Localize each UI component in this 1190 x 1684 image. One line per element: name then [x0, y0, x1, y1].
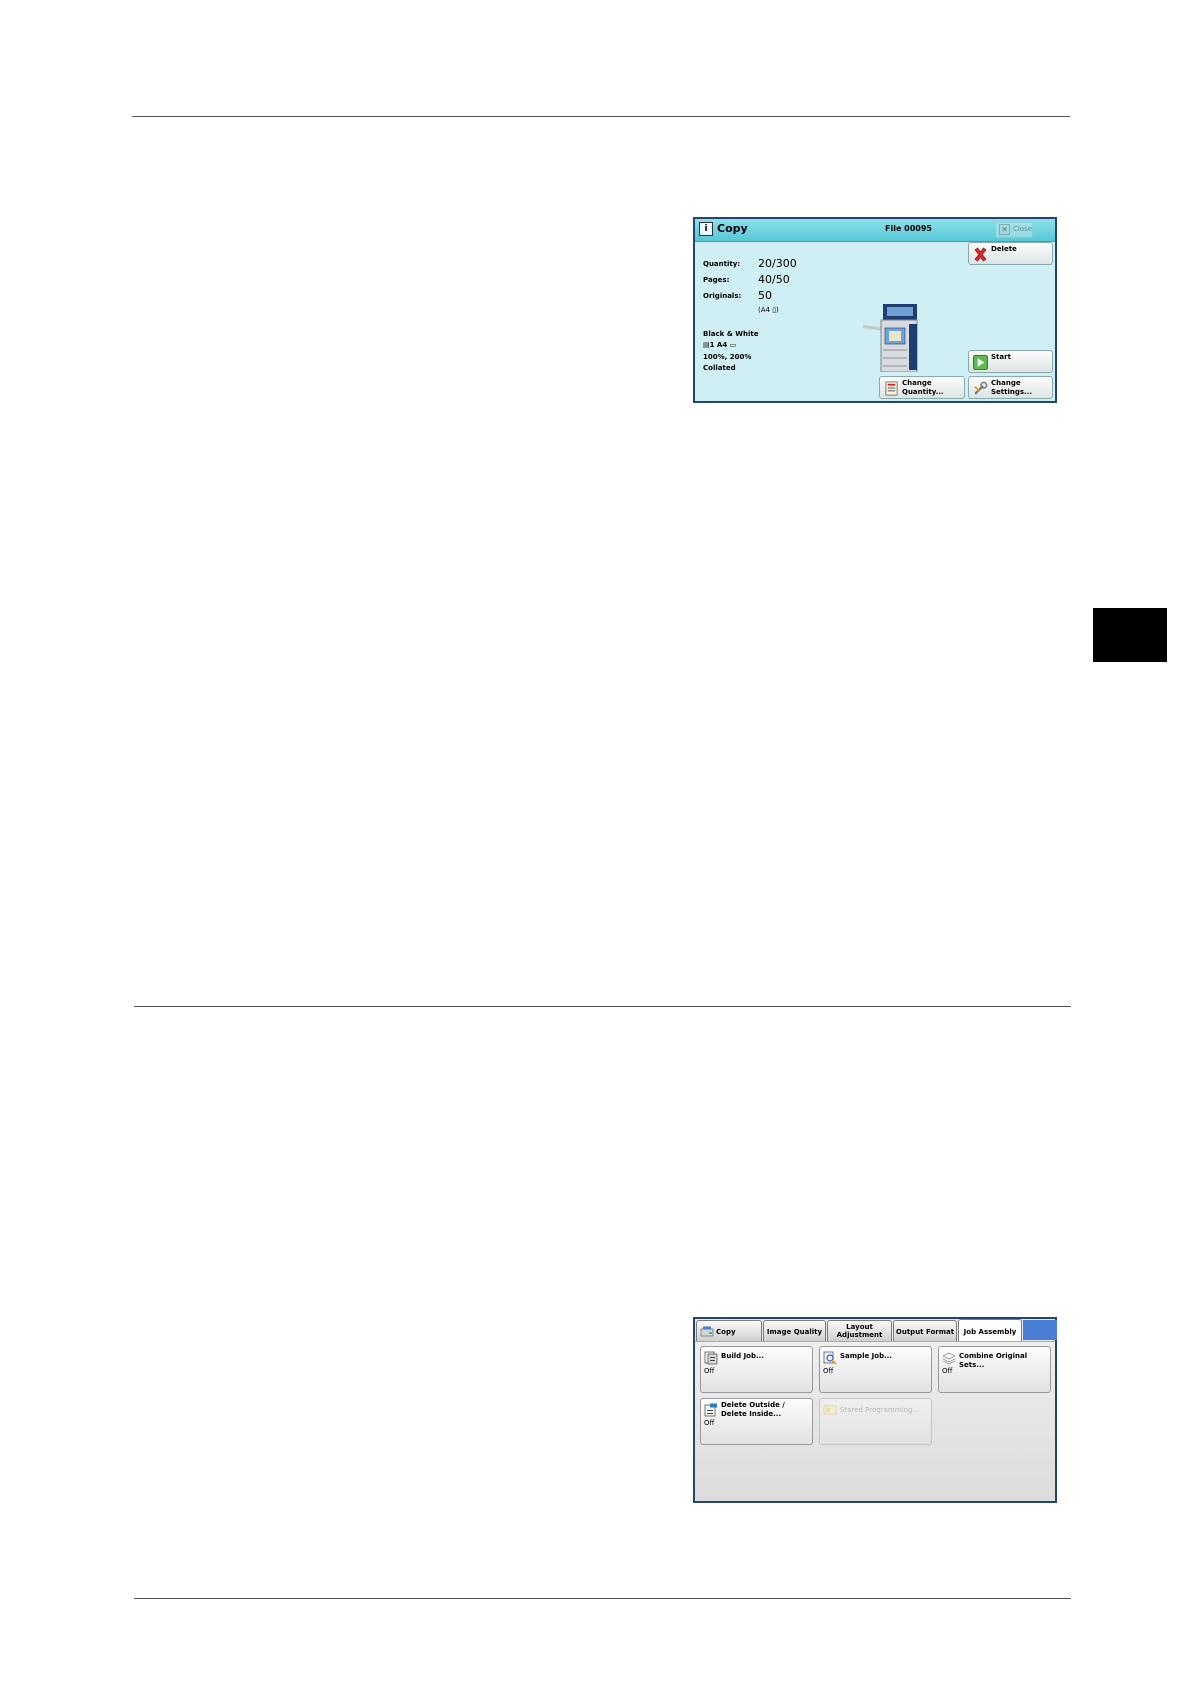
originals-label: Originals:	[703, 292, 742, 300]
pages-value: 40/50	[758, 273, 790, 286]
setting-output: Collated	[703, 364, 736, 372]
change-settings-label: Change Settings...	[991, 379, 1032, 397]
combine-sets-icon	[942, 1352, 956, 1365]
change-settings-line2: Settings...	[991, 388, 1033, 396]
chapter-tab	[1093, 608, 1167, 662]
delete-outside-inside-icon	[704, 1403, 717, 1417]
pages-label: Pages:	[703, 276, 730, 284]
panel-title-bar: i Copy File 00095 ✕ Close	[695, 219, 1055, 242]
change-quantity-line2: Quantity...	[902, 388, 944, 396]
file-name: File 00095	[885, 224, 932, 233]
tab-output-format[interactable]: Output Format	[893, 1320, 957, 1341]
delete-outside-line1: Delete Outside /	[721, 1401, 785, 1409]
tab-layout-adjustment[interactable]: Layout Adjustment	[827, 1320, 892, 1341]
setting-color-mode: Black & White	[703, 330, 759, 338]
sample-job-button[interactable]: Sample Job... Off	[819, 1346, 932, 1393]
quantity-label: Quantity:	[703, 260, 741, 268]
tab-image-quality-label: Image Quality	[766, 1328, 823, 1336]
wrench-icon	[974, 381, 988, 395]
job-assembly-panel: Copy Image Quality Layout Adjustment Out…	[693, 1317, 1057, 1503]
tab-content: Build Job... Off Sample Job... Off Combi…	[695, 1341, 1055, 1501]
tab-layout-line2: Adjustment	[836, 1331, 883, 1339]
tab-job-assembly[interactable]: Job Assembly	[958, 1319, 1022, 1341]
delete-x-icon	[974, 247, 987, 262]
setting-reduce-enlarge: 100%, 200%	[703, 353, 752, 361]
change-settings-line1: Change	[991, 379, 1021, 387]
delete-outside-line2: Delete Inside...	[721, 1410, 782, 1418]
sample-job-icon	[823, 1351, 837, 1365]
build-job-state: Off	[704, 1367, 715, 1375]
footer-rule	[134, 1598, 1071, 1599]
change-quantity-line1: Change	[902, 379, 932, 387]
sample-job-state: Off	[823, 1367, 834, 1375]
copy-machine-icon	[700, 1326, 714, 1337]
sample-job-label: Sample Job...	[840, 1352, 893, 1360]
combine-original-sets-state: Off	[942, 1367, 953, 1375]
change-settings-button[interactable]: Change Settings...	[968, 376, 1053, 399]
tab-output-format-label: Output Format	[895, 1328, 955, 1336]
combine-original-sets-label: Combine Original Sets...	[959, 1352, 1028, 1369]
delete-button[interactable]: Delete	[968, 242, 1053, 265]
close-button[interactable]: ✕ Close	[995, 222, 1033, 238]
combine-original-sets-button[interactable]: Combine Original Sets... Off	[938, 1346, 1051, 1393]
tab-layout-line1: Layout	[846, 1323, 873, 1331]
originals-value: 50	[758, 289, 772, 302]
delete-outside-inside-label: Delete Outside / Delete Inside...	[721, 1401, 785, 1419]
tab-strip: Copy Image Quality Layout Adjustment Out…	[695, 1319, 1057, 1341]
quantity-sheet-icon	[885, 381, 898, 396]
build-job-label: Build Job...	[721, 1352, 764, 1360]
copy-info-icon: i	[699, 222, 713, 236]
panel-title: Copy	[717, 222, 748, 235]
printer-illustration	[863, 304, 918, 372]
tab-image-quality[interactable]: Image Quality	[763, 1320, 826, 1341]
tab-copy[interactable]: Copy	[696, 1320, 762, 1341]
original-paper-size: (A4 ▯)	[758, 306, 779, 314]
delete-label: Delete	[991, 245, 1017, 253]
change-quantity-button[interactable]: Change Quantity...	[879, 376, 965, 399]
build-job-icon	[704, 1351, 718, 1365]
close-label: Close	[1013, 225, 1033, 233]
stored-programming-button[interactable]: Stored Programming...	[819, 1398, 932, 1445]
start-label: Start	[991, 353, 1011, 361]
build-job-button[interactable]: Build Job... Off	[700, 1346, 813, 1393]
start-icon	[973, 355, 988, 370]
quantity-value: 20/300	[758, 257, 797, 270]
section-rule	[134, 1006, 1071, 1007]
start-button[interactable]: Start	[968, 350, 1053, 373]
copy-job-panel: i Copy File 00095 ✕ Close Quantity: 20/3…	[693, 217, 1057, 403]
tab-job-assembly-label: Job Assembly	[963, 1328, 1017, 1336]
delete-outside-inside-button[interactable]: Delete Outside / Delete Inside... Off	[700, 1398, 813, 1445]
tab-strip-end	[1023, 1320, 1057, 1340]
change-quantity-label: Change Quantity...	[902, 379, 944, 397]
close-icon: ✕	[999, 224, 1010, 235]
header-rule	[132, 116, 1070, 117]
delete-outside-inside-state: Off	[704, 1419, 715, 1427]
setting-tray-paper: ▤1 A4 ▭	[703, 341, 737, 349]
tab-layout-adjustment-label: Layout Adjustment	[828, 1321, 891, 1339]
stored-programming-label: Stored Programming...	[840, 1406, 920, 1414]
tab-copy-label: Copy	[716, 1328, 736, 1336]
stored-programming-icon	[823, 1405, 837, 1415]
